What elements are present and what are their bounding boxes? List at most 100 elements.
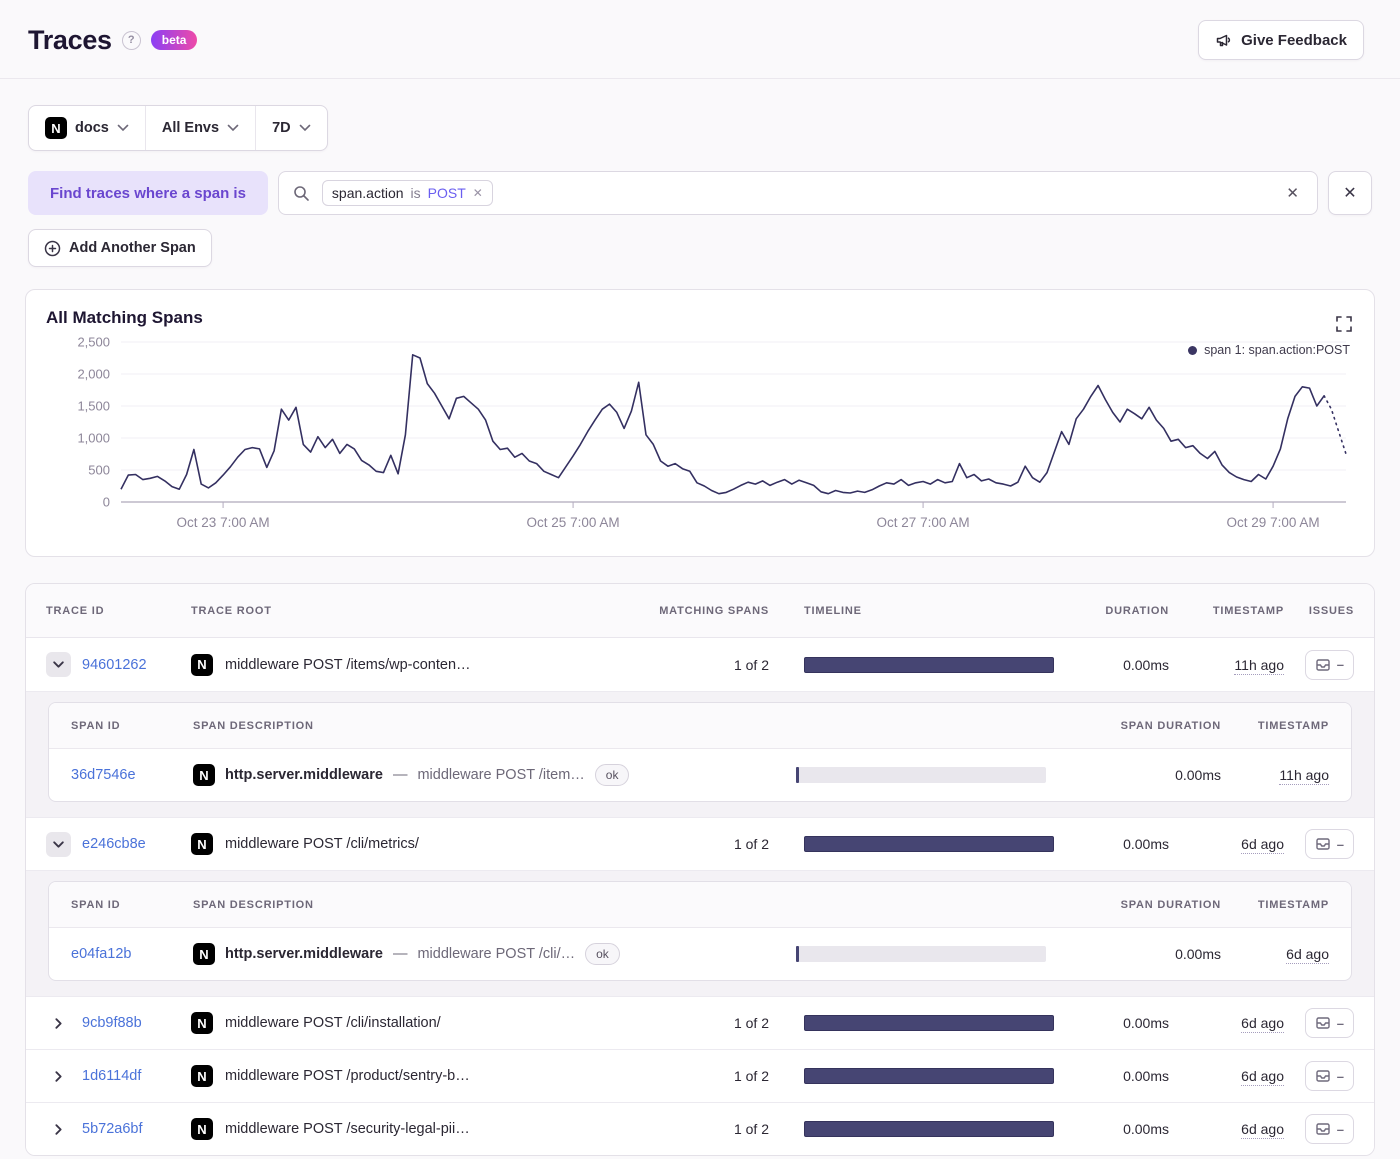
x-axis-label: Oct 23 7:00 AM: [177, 515, 270, 530]
span-row[interactable]: e04fa12b Nhttp.server.middleware — middlewa…: [49, 928, 1351, 980]
span-timeline-track[interactable]: [796, 767, 1046, 783]
remove-span-row-button[interactable]: ✕: [1328, 171, 1372, 215]
expand-chevron-icon[interactable]: [46, 1117, 71, 1142]
date-range-filter[interactable]: 7D: [255, 106, 327, 150]
y-axis-label: 2,000: [77, 367, 110, 382]
trace-timestamp: 6d ago: [1241, 1121, 1284, 1139]
y-axis-label: 0: [103, 495, 110, 510]
give-feedback-button[interactable]: Give Feedback: [1198, 20, 1364, 60]
timeline-bar[interactable]: [804, 836, 1054, 852]
traces-table-header: TRACE ID TRACE ROOT MATCHING SPANS TIMEL…: [26, 584, 1374, 638]
clear-search-icon[interactable]: ✕: [1282, 180, 1303, 206]
trace-group: 9cb9f88b Nmiddleware POST /cli/installati…: [26, 996, 1374, 1049]
span-description-label: middleware POST /cli/…: [417, 946, 576, 962]
span-timeline-marker: [796, 767, 799, 783]
timeline-bar[interactable]: [804, 656, 1054, 673]
trace-root-label: middleware POST /security-legal-pii…: [225, 1121, 470, 1137]
trace-id-link[interactable]: 5b72a6bf: [82, 1121, 142, 1137]
span-description-label: middleware POST /item…: [417, 767, 585, 783]
expand-chevron-icon[interactable]: [46, 1011, 71, 1036]
chevron-down-icon: [117, 124, 129, 132]
column-header-span-id: SPAN ID: [71, 719, 121, 732]
span-status-badge: ok: [585, 943, 620, 965]
span-id-link[interactable]: e04fa12b: [71, 946, 193, 962]
timeline-bar[interactable]: [804, 1015, 1054, 1031]
nextjs-project-icon: N: [191, 653, 213, 676]
span-search-input[interactable]: span.action is POST ✕ ✕: [277, 171, 1318, 215]
separator: —: [392, 946, 408, 962]
issues-button[interactable]: –: [1304, 649, 1354, 680]
expand-chevron-icon[interactable]: [46, 1064, 71, 1089]
issues-button[interactable]: –: [1304, 829, 1354, 859]
y-axis-label: 1,500: [77, 399, 110, 414]
trace-id-link[interactable]: 9cb9f88b: [82, 1015, 142, 1031]
column-header-timestamp: TIMESTAMP: [1212, 604, 1284, 617]
span-filter-label: Find traces where a span is: [28, 171, 268, 215]
legend-label: span 1: span.action:POST: [1204, 343, 1350, 357]
chevron-down-icon: [227, 124, 239, 132]
fullscreen-icon[interactable]: [1336, 316, 1352, 332]
timeline-bar[interactable]: [804, 1121, 1054, 1137]
span-op-label: http.server.middleware: [225, 946, 383, 962]
page-filter-bar: N docs All Envs 7D: [28, 105, 328, 151]
y-axis-label: 500: [88, 463, 110, 478]
help-icon[interactable]: ?: [121, 30, 141, 50]
trace-row[interactable]: e246cb8e Nmiddleware POST /cli/metrics/1 …: [26, 817, 1374, 870]
trace-id-link[interactable]: 94601262: [82, 657, 147, 673]
span-subtable-header: SPAN ID SPAN DESCRIPTION SPAN DURATION TIME…: [49, 882, 1351, 928]
issues-button[interactable]: –: [1304, 1114, 1354, 1144]
plus-circle-icon: [44, 240, 61, 257]
trace-root-label: middleware POST /product/sentry-b…: [225, 1068, 470, 1084]
project-filter[interactable]: N docs: [29, 106, 145, 150]
trace-group: e246cb8e Nmiddleware POST /cli/metrics/1 …: [26, 817, 1374, 996]
column-header-span-duration: SPAN DURATION: [1120, 898, 1221, 911]
column-header-span-description: SPAN DESCRIPTION: [193, 898, 314, 911]
collapse-chevron-icon[interactable]: [46, 831, 71, 857]
add-another-span-button[interactable]: Add Another Span: [28, 229, 212, 267]
trace-timestamp: 6d ago: [1241, 1068, 1284, 1086]
matching-spans-count: 1 of 2: [733, 656, 769, 673]
trace-row[interactable]: 9cb9f88b Nmiddleware POST /cli/installati…: [26, 996, 1374, 1049]
column-header-issues: ISSUES: [1308, 604, 1354, 617]
span-timestamp: 6d ago: [1286, 946, 1329, 964]
issues-button[interactable]: –: [1304, 1061, 1354, 1091]
span-subtable-header: SPAN ID SPAN DESCRIPTION SPAN DURATION TIME…: [49, 703, 1351, 749]
trace-id-link[interactable]: e246cb8e: [82, 836, 146, 852]
span-status-badge: ok: [594, 764, 630, 786]
span-op-label: http.server.middleware: [225, 767, 383, 783]
trace-row[interactable]: 1d6114df Nmiddleware POST /product/sentry…: [26, 1049, 1374, 1102]
trace-timestamp: 6d ago: [1241, 836, 1284, 854]
environment-filter[interactable]: All Envs: [144, 106, 255, 150]
token-remove-icon[interactable]: ✕: [473, 186, 483, 200]
trace-duration: 0.00ms: [1123, 1068, 1169, 1084]
trace-root-label: middleware POST /cli/metrics/: [225, 836, 419, 852]
x-axis-label: Oct 29 7:00 AM: [1227, 515, 1320, 530]
matching-spans-count: 1 of 2: [733, 836, 769, 852]
matching-spans-count: 1 of 2: [733, 1015, 769, 1031]
trace-id-link[interactable]: 1d6114df: [82, 1068, 141, 1084]
column-header-matching-spans: MATCHING SPANS: [659, 604, 769, 617]
column-header-span-id: SPAN ID: [71, 898, 121, 911]
separator: —: [392, 767, 408, 783]
span-row[interactable]: 36d7546e Nhttp.server.middleware — middlewa…: [49, 749, 1351, 801]
chart-line: [120, 354, 1325, 495]
search-filter-token[interactable]: span.action is POST ✕: [321, 180, 493, 206]
x-axis-label: Oct 27 7:00 AM: [877, 515, 970, 530]
nextjs-project-icon: N: [191, 833, 213, 855]
chart-title: All Matching Spans: [46, 308, 203, 327]
issues-button[interactable]: –: [1304, 1008, 1354, 1038]
column-header-duration: DURATION: [1105, 604, 1169, 617]
collapse-chevron-icon[interactable]: [46, 652, 71, 677]
issues-count-dash: –: [1336, 1121, 1344, 1137]
timeline-bar[interactable]: [804, 1068, 1054, 1084]
x-axis-label: Oct 25 7:00 AM: [527, 515, 620, 530]
span-subtable: SPAN ID SPAN DESCRIPTION SPAN DURATION TIME…: [48, 702, 1352, 802]
issues-inbox-icon: [1315, 1015, 1331, 1031]
trace-row[interactable]: 5b72a6bf Nmiddleware POST /security-legal…: [26, 1102, 1374, 1155]
span-timeline-track[interactable]: [796, 946, 1046, 962]
trace-group: 5b72a6bf Nmiddleware POST /security-legal…: [26, 1102, 1374, 1155]
span-id-link[interactable]: 36d7546e: [71, 767, 193, 783]
trace-row[interactable]: 94601262 Nmiddleware POST /items/wp-conte…: [26, 638, 1374, 691]
trace-duration: 0.00ms: [1123, 836, 1169, 852]
matching-spans-chart-panel: All Matching Spans span 1: span.action:P…: [25, 289, 1375, 557]
